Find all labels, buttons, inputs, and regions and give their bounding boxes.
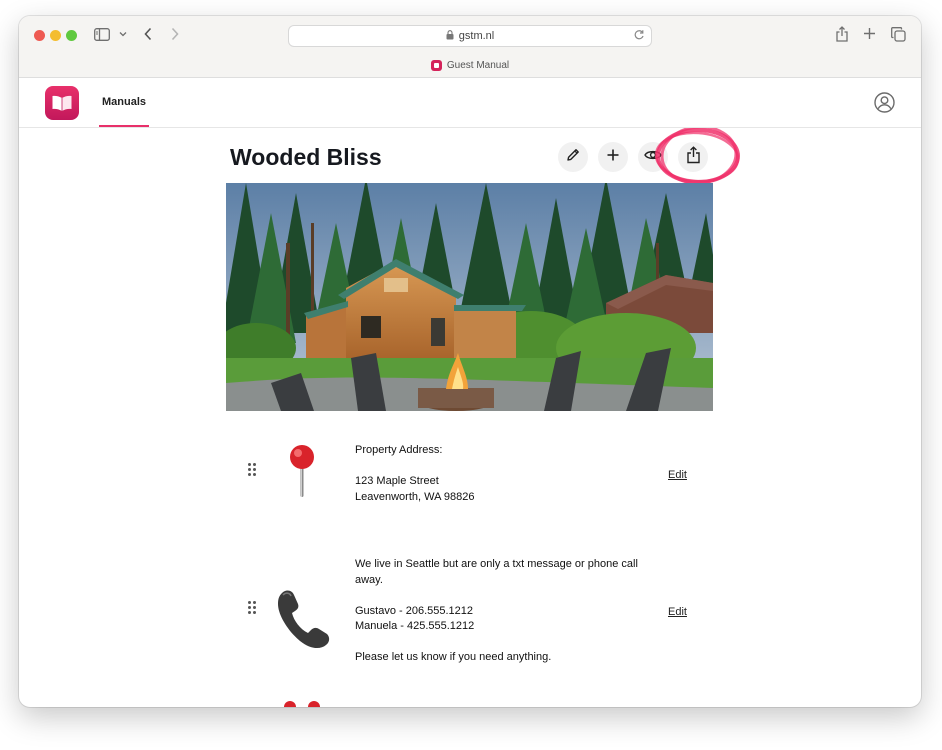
browser-tab[interactable]: Guest Manual: [19, 60, 921, 71]
tab-overview-icon[interactable]: [891, 27, 906, 42]
edit-link[interactable]: Edit: [668, 469, 687, 481]
lock-icon: [446, 29, 454, 43]
share-manual-button[interactable]: [678, 142, 708, 172]
add-button[interactable]: [598, 142, 628, 172]
item-line: Property Address:: [355, 444, 443, 456]
new-tab-icon[interactable]: [863, 27, 876, 40]
tab-title-text: Guest Manual: [446, 60, 510, 71]
plus-icon: [606, 148, 620, 167]
browser-window: gstm.nl Guest Manual Manuals Wooded Blis…: [19, 16, 921, 707]
browser-toolbar: gstm.nl Guest Manual: [19, 16, 921, 78]
item-line: Leavenworth, WA 98826: [355, 490, 475, 503]
item-line: Gustavo - 206.555.1212: [355, 604, 474, 617]
forward-icon[interactable]: [170, 27, 180, 41]
page-title: Wooded Bliss: [230, 144, 382, 170]
sidebar-toggle-icon[interactable]: [94, 28, 110, 41]
close-window-button[interactable]: [34, 30, 45, 41]
reload-icon[interactable]: [633, 29, 645, 44]
item-line: 123 Maple Street: [355, 475, 439, 487]
minimize-window-button[interactable]: [50, 30, 61, 41]
share-icon[interactable]: [835, 26, 849, 42]
eye-icon: [644, 148, 662, 166]
list-item: [226, 698, 713, 707]
address-bar[interactable]: gstm.nl: [288, 25, 652, 47]
pencil-icon: [565, 147, 581, 168]
telephone-receiver-icon: [274, 587, 332, 654]
drag-handle-icon[interactable]: [248, 463, 256, 481]
item-line: Manuela - 425.555.1212: [355, 620, 475, 632]
item-text: We live in Seattle but are only a txt me…: [355, 557, 638, 666]
alarm-clock-icon: [274, 698, 330, 707]
edit-pencil-button[interactable]: [558, 142, 588, 172]
drag-handle-icon[interactable]: [248, 601, 256, 619]
item-line: We live in Seattle but are only a txt me…: [355, 558, 638, 570]
edit-link[interactable]: Edit: [668, 606, 687, 618]
chevron-down-icon[interactable]: [119, 30, 127, 38]
manual-page: Wooded Bliss Property Address: 123 Maple…: [19, 128, 921, 707]
list-item: We live in Seattle but are only a txt me…: [226, 557, 713, 667]
item-line: Please let us know if you need anything.: [355, 651, 552, 663]
zoom-window-button[interactable]: [66, 30, 77, 41]
item-text: Property Address: 123 Maple Street Leave…: [355, 443, 474, 505]
account-icon[interactable]: [874, 92, 895, 118]
red-pushpin-icon: [274, 443, 330, 504]
favicon-icon: [430, 60, 442, 71]
url-text: gstm.nl: [458, 30, 495, 42]
app-header: Manuals: [19, 78, 921, 128]
nav-tab-manuals[interactable]: Manuals: [99, 78, 149, 127]
back-icon[interactable]: [143, 27, 153, 41]
item-line: away.: [355, 573, 383, 586]
cover-photo: [226, 183, 713, 411]
share-icon: [686, 145, 701, 169]
preview-button[interactable]: [638, 142, 668, 172]
list-item: Property Address: 123 Maple Street Leave…: [226, 443, 713, 523]
book-logo-icon[interactable]: [45, 86, 79, 120]
